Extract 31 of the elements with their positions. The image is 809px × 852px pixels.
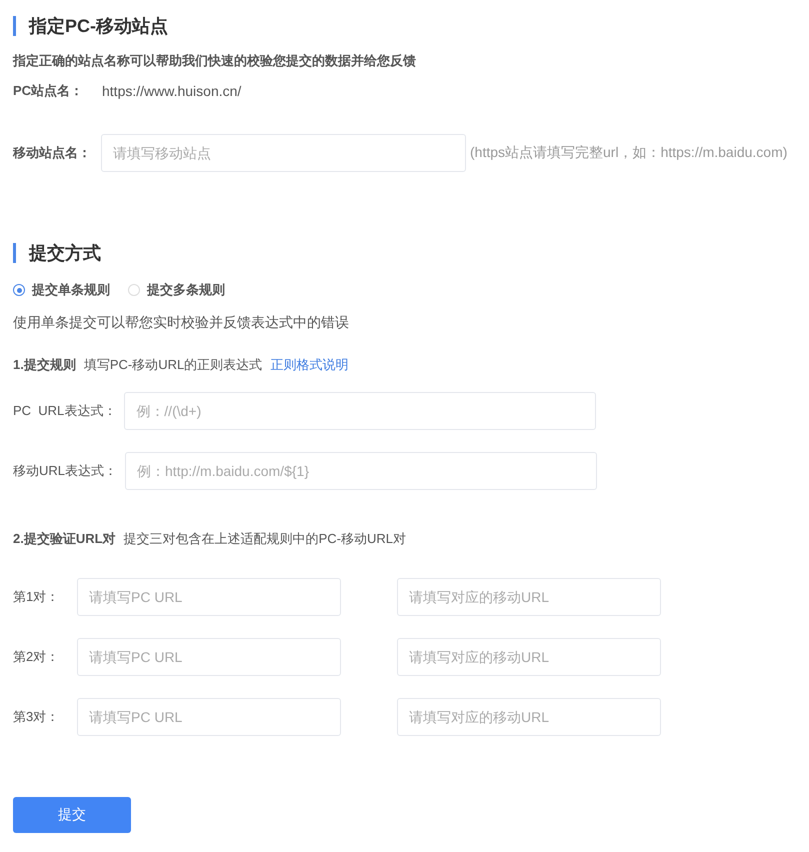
field-label: PC站点名： [13, 82, 84, 100]
radio-option[interactable]: 提交单条规则 [13, 279, 110, 301]
format-link[interactable]: 正则格式说明 [270, 354, 348, 376]
section-description: 指定正确的站点名称可以帮助我们快速的校验您提交的数据并给您反馈 [13, 52, 417, 70]
input-field[interactable]: 请填写移动站点 [101, 134, 466, 172]
step-description: 填写PC-移动URL的正则表达式 [84, 356, 262, 374]
input-field[interactable]: 例：//(\d+) [124, 392, 596, 430]
field-label: 移动站点名： [13, 144, 92, 162]
hint-text: (https站点请填写完整url，如：https://m.baidu.com) [470, 144, 788, 162]
field-label: 第3对： [13, 708, 60, 726]
field-label: PC URL表达式： [13, 402, 116, 420]
site-url: https://www.huison.cn/ [102, 82, 242, 101]
field-label: 第1对： [13, 588, 60, 606]
input-field[interactable]: 请填写PC URL [77, 638, 341, 676]
step-title: 1.提交规则 [13, 356, 76, 374]
input-field[interactable]: 请填写对应的移动URL [397, 638, 661, 676]
input-field[interactable]: 例：http://m.baidu.com/${1} [125, 452, 598, 490]
section-heading: 提交方式 [13, 243, 796, 263]
note-text: 使用单条提交可以帮您实时校验并反馈表达式中的错误 [13, 313, 350, 332]
input-field[interactable]: 请填写PC URL [77, 578, 341, 616]
step-description: 提交三对包含在上述适配规则中的PC-移动URL对 [124, 530, 406, 548]
radio-option[interactable]: 提交多条规则 [128, 279, 225, 301]
field-label: 移动URL表达式： [13, 462, 118, 480]
radio-icon[interactable] [13, 284, 25, 296]
step-title: 2.提交验证URL对 [13, 530, 116, 548]
input-field[interactable]: 请填写对应的移动URL [397, 578, 661, 616]
input-field[interactable]: 请填写PC URL [77, 698, 341, 736]
field-label: 第2对： [13, 648, 60, 666]
input-field[interactable]: 请填写对应的移动URL [397, 698, 661, 736]
section-heading: 指定PC-移动站点 [13, 16, 796, 36]
submit-button[interactable]: 提交 [13, 797, 131, 833]
